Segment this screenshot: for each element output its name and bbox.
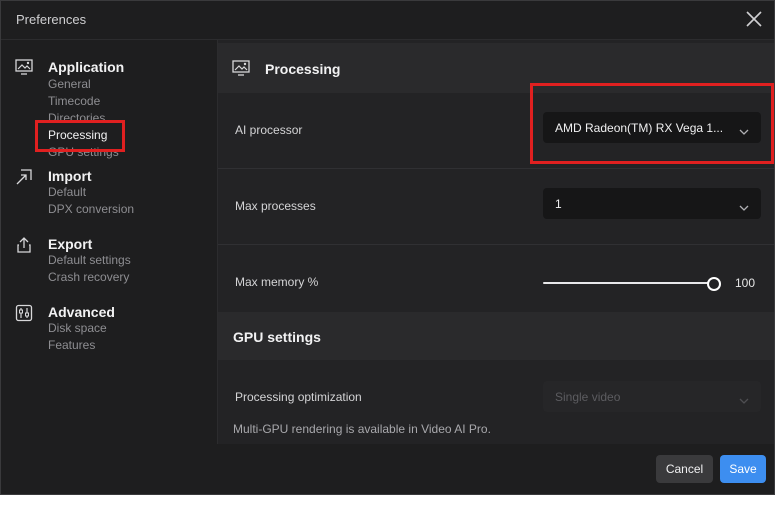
multi-gpu-note: Multi-GPU rendering is available in Vide… xyxy=(233,422,491,436)
gpu-settings-title: GPU settings xyxy=(233,329,321,345)
ai-processor-row: AI processor AMD Radeon(TM) RX Vega 1... xyxy=(218,93,774,169)
window-title: Preferences xyxy=(16,12,87,27)
title-bar: Preferences xyxy=(1,1,774,40)
max-memory-slider-track[interactable] xyxy=(543,282,713,284)
sidebar-item-crash-recovery[interactable]: Crash recovery xyxy=(48,270,129,284)
sidebar-heading-export[interactable]: Export xyxy=(48,236,92,252)
chevron-down-icon xyxy=(739,199,749,211)
gpu-settings-section-header: GPU settings xyxy=(218,312,774,360)
sidebar-item-import-default[interactable]: Default xyxy=(48,185,86,199)
sidebar-item-general[interactable]: General xyxy=(48,77,91,91)
cancel-button[interactable]: Cancel xyxy=(656,455,713,483)
sidebar-item-timecode[interactable]: Timecode xyxy=(48,94,100,108)
processing-optimization-label: Processing optimization xyxy=(235,390,362,404)
chevron-down-icon xyxy=(739,123,749,135)
sidebar-item-features[interactable]: Features xyxy=(48,338,95,352)
sidebar-item-disk-space[interactable]: Disk space xyxy=(48,321,107,335)
chevron-down-icon xyxy=(739,392,749,404)
max-memory-label: Max memory % xyxy=(235,275,319,289)
monitor-image-icon xyxy=(232,60,250,76)
main-panel: Processing AI processor AMD Radeon(TM) R… xyxy=(218,40,774,444)
sidebar: Application General Timecode Directories… xyxy=(1,40,218,444)
sidebar-heading-import[interactable]: Import xyxy=(48,168,92,184)
max-memory-row: Max memory % 100 xyxy=(218,245,774,320)
close-icon[interactable] xyxy=(744,9,764,29)
sidebar-item-dpx-conversion[interactable]: DPX conversion xyxy=(48,202,134,216)
max-processes-dropdown[interactable]: 1 xyxy=(543,188,761,219)
processing-title: Processing xyxy=(265,61,341,77)
max-processes-row: Max processes 1 xyxy=(218,169,774,245)
export-share-icon xyxy=(15,236,33,254)
sidebar-heading-application[interactable]: Application xyxy=(48,59,124,75)
max-processes-value: 1 xyxy=(555,197,562,211)
processing-optimization-dropdown: Single video xyxy=(543,381,761,412)
sliders-icon xyxy=(15,304,33,322)
preferences-window: Preferences Application General Timecode… xyxy=(0,0,775,495)
sidebar-item-gpu-settings[interactable]: GPU settings xyxy=(48,145,119,159)
ai-processor-dropdown[interactable]: AMD Radeon(TM) RX Vega 1... xyxy=(543,112,761,143)
processing-section-header: Processing xyxy=(218,43,774,93)
import-arrow-icon xyxy=(15,168,33,186)
max-memory-slider-thumb[interactable] xyxy=(707,277,721,291)
ai-processor-value: AMD Radeon(TM) RX Vega 1... xyxy=(555,121,724,135)
sidebar-item-directories[interactable]: Directories xyxy=(48,111,105,125)
processing-optimization-value: Single video xyxy=(555,390,621,404)
max-processes-label: Max processes xyxy=(235,199,316,213)
monitor-image-icon xyxy=(15,59,33,77)
sidebar-item-processing[interactable]: Processing xyxy=(48,128,107,142)
sidebar-heading-advanced[interactable]: Advanced xyxy=(48,304,115,320)
ai-processor-label: AI processor xyxy=(235,123,303,137)
save-button[interactable]: Save xyxy=(720,455,766,483)
max-memory-value: 100 xyxy=(735,276,756,290)
sidebar-item-default-settings[interactable]: Default settings xyxy=(48,253,131,267)
